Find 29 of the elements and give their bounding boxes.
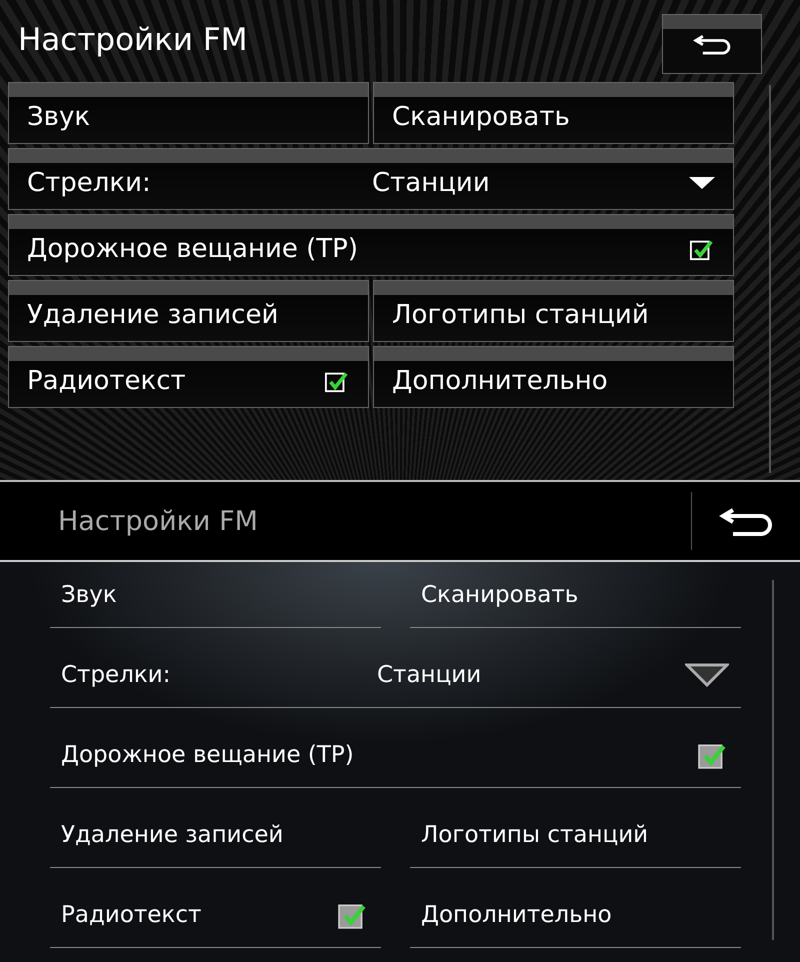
back-arrow-icon	[719, 506, 773, 536]
menu-button[interactable]: Удаление записей	[50, 802, 381, 868]
dropdown-triangle-icon	[689, 177, 715, 189]
back-arrow-icon	[693, 33, 731, 55]
menu-button[interactable]: Сканировать	[373, 82, 734, 144]
checkbox-row[interactable]: Радиотекст	[50, 882, 381, 948]
menu-button[interactable]: Звук	[50, 562, 381, 628]
checkbox-row[interactable]: Дорожное вещание (TP)	[50, 722, 741, 788]
menu-button[interactable]: Звук	[8, 82, 369, 144]
dropdown-row[interactable]: Стрелки: Станции	[8, 148, 734, 210]
menu-button[interactable]: Сканировать	[410, 562, 741, 628]
back-button[interactable]	[662, 14, 762, 74]
dropdown-value: Станции	[377, 662, 482, 688]
checkbox-row[interactable]: Радиотекст	[8, 346, 369, 408]
menu-button[interactable]: Дополнительно	[410, 882, 741, 948]
menu-button[interactable]: Дополнительно	[373, 346, 734, 408]
row-label: Стрелки:	[61, 662, 172, 688]
menu-button[interactable]: Логотипы станций	[410, 802, 741, 868]
scrollbar[interactable]	[772, 580, 774, 940]
row-label: Стрелки:	[27, 168, 152, 198]
scrollbar[interactable]	[769, 85, 771, 473]
menu-button[interactable]: Удаление записей	[8, 280, 369, 342]
menu-button[interactable]: Логотипы станций	[373, 280, 734, 342]
screen-title: Настройки FM	[58, 506, 259, 536]
dropdown-triangle-icon	[685, 662, 729, 686]
checkbox-row[interactable]: Дорожное вещание (TP)	[8, 214, 734, 276]
screen-title: Настройки FM	[18, 21, 249, 58]
dropdown-value: Станции	[372, 168, 491, 198]
dropdown-row[interactable]: Стрелки: Станции	[50, 642, 741, 708]
